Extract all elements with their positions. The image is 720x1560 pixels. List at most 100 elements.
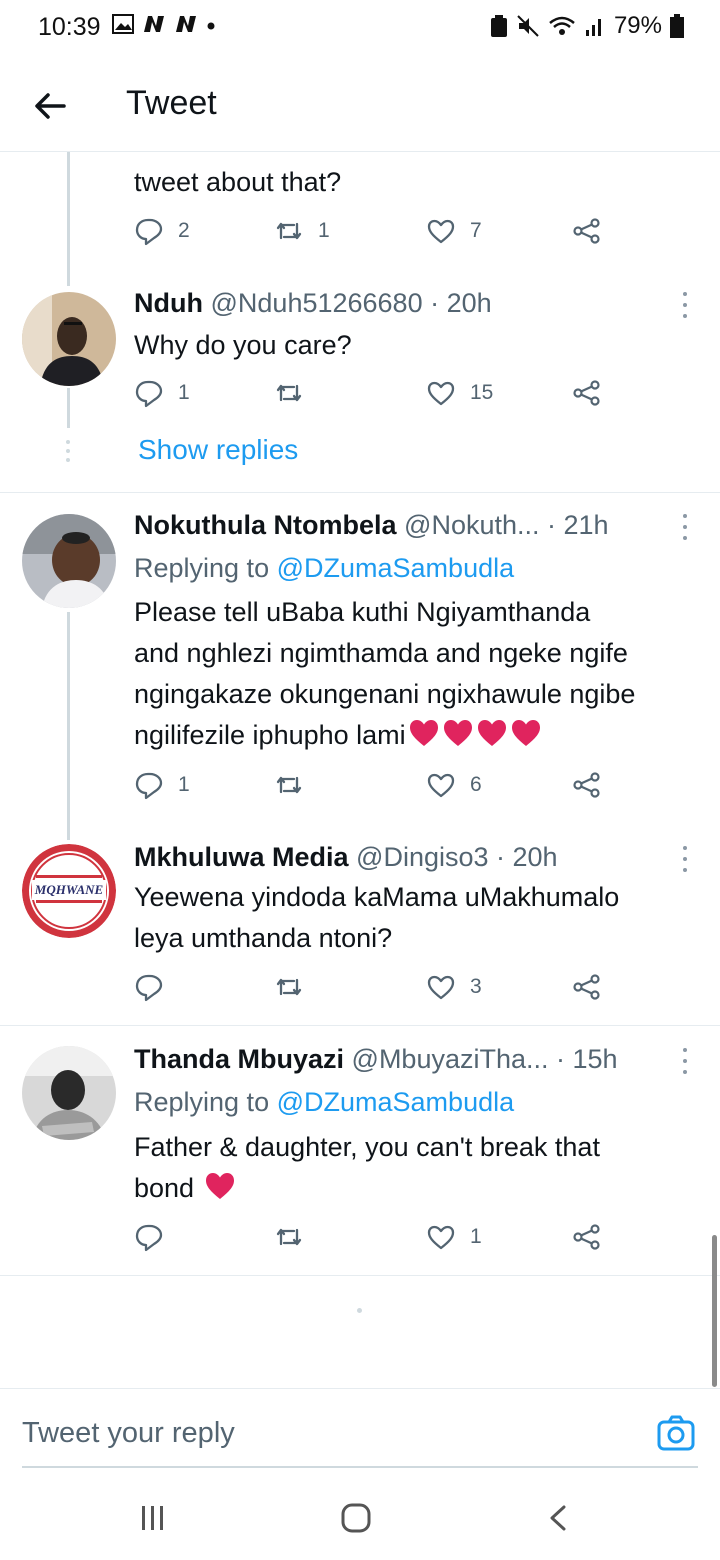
- battery-icon: [670, 14, 684, 38]
- retweet-icon: [276, 222, 302, 240]
- share-icon: [573, 380, 600, 406]
- like-icon: [427, 381, 455, 406]
- author-handle[interactable]: @Dingiso3: [356, 842, 488, 872]
- nav-back-icon[interactable]: [546, 1504, 570, 1532]
- tweet-time: · 15h: [556, 1044, 618, 1074]
- red-heart-emoji-icon: [443, 720, 472, 746]
- thread-line: [67, 388, 70, 428]
- alarm-icon: [490, 15, 507, 37]
- reply-icon: [135, 1224, 163, 1252]
- retweet-count: 1: [318, 219, 330, 242]
- tweet-actions: 1: [134, 1222, 614, 1262]
- tweet-text-line: bond: [134, 1173, 195, 1203]
- tweet-text-line: ngingakaze okungenani ngixhawule ngibe: [134, 679, 636, 709]
- home-icon[interactable]: [340, 1503, 372, 1533]
- avatar-logo-text: MQHWANE: [34, 882, 104, 897]
- author-handle[interactable]: @Nokuth...: [404, 510, 539, 540]
- like-button[interactable]: 3: [426, 972, 482, 1002]
- tweet-time: · 20h: [430, 288, 492, 318]
- like-icon: [427, 975, 455, 1000]
- retweet-button[interactable]: [274, 770, 304, 800]
- more-icon[interactable]: [680, 1048, 690, 1074]
- tweet-actions: 2 1 7: [134, 216, 614, 256]
- share-button[interactable]: [572, 770, 602, 800]
- tweet-text: Why do you care?: [134, 330, 352, 360]
- like-icon: [427, 773, 455, 798]
- reply-composer[interactable]: Tweet your reply: [0, 1388, 720, 1468]
- retweet-icon: [276, 384, 302, 402]
- avatar[interactable]: [22, 292, 116, 386]
- retweet-button[interactable]: [274, 1222, 304, 1252]
- author-name[interactable]: Thanda Mbuyazi: [134, 1044, 344, 1074]
- tweet-actions: 1 15: [134, 378, 614, 418]
- tweet-text: Yeewena yindoda kaMama uMakhumalo leya u…: [134, 877, 619, 959]
- retweet-icon: [276, 978, 302, 996]
- reply-input[interactable]: Tweet your reply: [22, 1417, 235, 1450]
- like-count: 15: [470, 381, 494, 404]
- top-app-bar: Tweet: [0, 60, 720, 152]
- tweet-text-line: and nghlezi ngimthamda and ngeke ngife: [134, 638, 628, 668]
- tweet-meta: Nduh @Nduh51266680 · 20h: [134, 286, 492, 320]
- reply-button[interactable]: [134, 1222, 164, 1252]
- tweet-actions: 3: [134, 972, 614, 1012]
- back-arrow-icon[interactable]: [32, 88, 68, 124]
- thread-line: [67, 612, 70, 840]
- retweet-icon: [276, 776, 302, 794]
- share-button[interactable]: [572, 972, 602, 1002]
- author-name[interactable]: Nokuthula Ntombela: [134, 510, 397, 540]
- tweet-actions: 1 6: [134, 770, 614, 810]
- like-icon: [427, 1225, 455, 1250]
- reply-button[interactable]: 1: [134, 378, 190, 408]
- share-button[interactable]: [572, 1222, 602, 1252]
- like-button[interactable]: 1: [426, 1222, 482, 1252]
- signal-icon: [585, 19, 601, 36]
- replying-to-link[interactable]: @DZumaSambudla: [277, 1087, 515, 1117]
- reply-button[interactable]: [134, 972, 164, 1002]
- share-button[interactable]: [572, 216, 602, 246]
- like-count: 1: [470, 1225, 482, 1248]
- avatar[interactable]: [22, 1046, 116, 1140]
- tweet-time: · 20h: [496, 842, 558, 872]
- share-icon: [573, 772, 600, 798]
- show-replies-link[interactable]: Show replies: [138, 434, 298, 466]
- retweet-button[interactable]: [274, 972, 304, 1002]
- notification-n-icon: [144, 16, 164, 32]
- recents-icon[interactable]: [138, 1504, 168, 1532]
- like-count: 6: [470, 773, 482, 796]
- replying-to-link[interactable]: @DZumaSambudla: [277, 553, 515, 583]
- page-title: Tweet: [126, 84, 217, 122]
- status-bar: 10:39 79%: [0, 0, 720, 56]
- like-button[interactable]: 6: [426, 770, 482, 800]
- tweet-text-line: Yeewena yindoda kaMama uMakhumalo: [134, 882, 620, 912]
- like-button[interactable]: 7: [426, 216, 482, 246]
- retweet-button[interactable]: [274, 378, 304, 408]
- more-icon[interactable]: [680, 292, 690, 318]
- divider: [0, 1275, 720, 1276]
- author-name[interactable]: Nduh: [134, 288, 203, 318]
- reply-button[interactable]: 2: [134, 216, 190, 246]
- scrollbar[interactable]: [712, 1235, 717, 1387]
- share-button[interactable]: [572, 378, 602, 408]
- like-button[interactable]: 15: [426, 378, 493, 408]
- share-icon: [573, 974, 600, 1000]
- camera-icon[interactable]: [656, 1413, 696, 1453]
- tweet-meta: Thanda Mbuyazi @MbuyaziTha... · 15h: [134, 1042, 618, 1076]
- reply-button[interactable]: 1: [134, 770, 190, 800]
- tweet-text: tweet about that?: [134, 167, 342, 197]
- system-nav-bar: [0, 1470, 720, 1560]
- retweet-button[interactable]: 1: [274, 216, 330, 246]
- tweet-text-line: leya umthanda ntoni?: [134, 923, 393, 953]
- author-handle[interactable]: @MbuyaziTha...: [352, 1044, 549, 1074]
- like-icon: [427, 219, 455, 244]
- avatar[interactable]: [22, 514, 116, 608]
- author-handle[interactable]: @Nduh51266680: [211, 288, 423, 318]
- loading-dot: [357, 1308, 362, 1313]
- avatar[interactable]: MQHWANE: [22, 844, 116, 938]
- author-name[interactable]: Mkhuluwa Media: [134, 842, 349, 872]
- more-icon[interactable]: [680, 846, 690, 872]
- replying-prefix: Replying to: [134, 1087, 270, 1117]
- reply-count: 1: [178, 381, 190, 404]
- more-icon[interactable]: [680, 514, 690, 540]
- share-icon: [573, 218, 600, 244]
- reply-icon: [135, 974, 163, 1002]
